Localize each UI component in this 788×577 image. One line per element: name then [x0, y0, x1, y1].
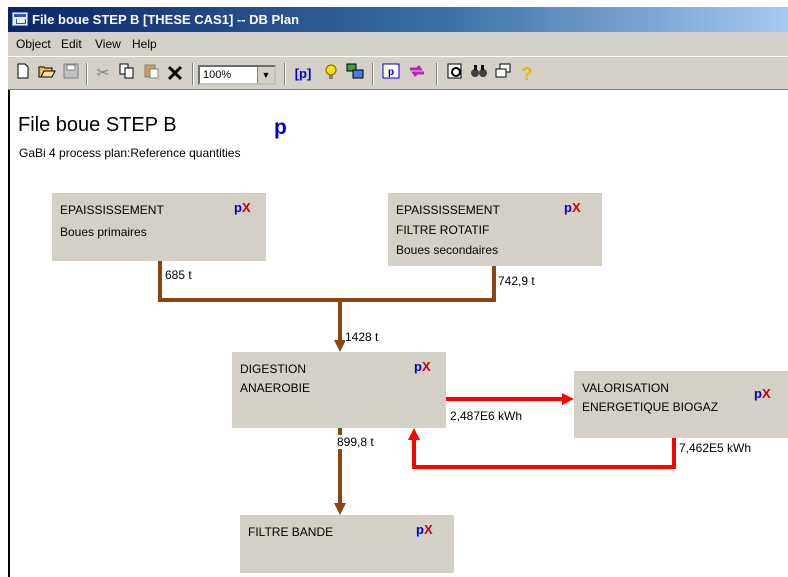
flow-arrow-to-valorisation: [562, 393, 574, 405]
process-valorisation-energetique-biogaz[interactable]: VALORISATION ENERGETIQUE BIOGAZ pX: [574, 371, 788, 438]
flow-label: 2,487E6 kWh: [450, 409, 523, 423]
process-label: Boues primaires: [60, 225, 147, 239]
windows-icon[interactable]: [492, 63, 514, 85]
plan-canvas[interactable]: File boue STEP B p GaBi 4 process plan:R…: [8, 90, 788, 577]
svg-text:p: p: [388, 67, 394, 78]
open-icon[interactable]: [36, 63, 58, 85]
app-icon: [12, 12, 28, 26]
flow-label: 685 t: [165, 268, 192, 282]
process-label: FILTRE ROTATIF: [396, 223, 490, 237]
paste-icon[interactable]: [140, 63, 162, 85]
menu-object[interactable]: Object: [14, 33, 53, 55]
parameter-icon[interactable]: p: [414, 359, 422, 374]
flow-line-to-digestion: [412, 438, 676, 469]
menu-edit[interactable]: Edit: [59, 33, 84, 55]
zoom-select[interactable]: 100% ▼: [198, 65, 276, 85]
toolbar-separator: [436, 63, 438, 85]
balance-icon[interactable]: [444, 63, 466, 85]
window-title: File boue STEP B [THESE CAS1] -- DB Plan: [32, 12, 300, 27]
toolbar-separator: [284, 63, 286, 85]
parameter-icon[interactable]: p: [234, 200, 242, 215]
bulb-icon[interactable]: [320, 63, 342, 85]
parameter-explorer-icon[interactable]: p: [380, 63, 402, 85]
plan-subtitle: GaBi 4 process plan:Reference quantities: [19, 146, 241, 160]
delete-icon[interactable]: ✕: [164, 63, 186, 85]
toolbar: ✂ ✕ 100% ▼ [p] p ?: [8, 56, 788, 90]
plan-title: File boue STEP B: [18, 114, 177, 136]
copy-icon[interactable]: [116, 63, 138, 85]
zoom-value: 100%: [203, 69, 232, 81]
close-icon[interactable]: X: [422, 359, 431, 374]
toolbar-separator: [192, 63, 194, 85]
parameter-icon[interactable]: p: [564, 200, 572, 215]
menu-bar: Object Edit View Help: [8, 33, 788, 55]
process-epaississement-boues-primaires[interactable]: EPAISSISSEMENT Boues primaires pX: [52, 193, 266, 261]
process-digestion-anaerobie[interactable]: DIGESTION ANAEROBIE pX: [232, 352, 446, 428]
flow-label: 899,8 t: [337, 435, 374, 449]
save-icon[interactable]: [60, 63, 82, 85]
toolbar-separator: [86, 63, 88, 85]
parameter-icon[interactable]: p: [754, 386, 762, 401]
process-epaississement-filtre-rotatif[interactable]: EPAISSISSEMENT FILTRE ROTATIF Boues seco…: [388, 193, 602, 266]
app-window: File boue STEP B [THESE CAS1] -- DB Plan…: [8, 7, 788, 577]
toolbar-separator: [372, 63, 374, 85]
search-icon[interactable]: [468, 63, 490, 85]
close-icon[interactable]: X: [242, 200, 251, 215]
flow-line-epaississement-2: [340, 266, 496, 302]
cut-icon[interactable]: ✂: [92, 63, 114, 85]
parameter-icon[interactable]: [p]: [290, 63, 316, 85]
flow-arrow-to-digestion: [408, 428, 420, 440]
close-icon[interactable]: X: [762, 386, 771, 401]
flow-arrow-filtre: [334, 503, 346, 515]
help-icon[interactable]: ?: [516, 63, 538, 85]
flow-label: 7,462E5 kWh: [679, 441, 752, 455]
close-icon[interactable]: X: [572, 200, 581, 215]
flow-label: 1428 t: [345, 330, 379, 344]
parameter-icon[interactable]: p: [416, 522, 424, 537]
swap-icon[interactable]: [406, 63, 428, 85]
plan-icon[interactable]: [344, 63, 366, 85]
flow-diagram: [158, 260, 676, 515]
close-icon[interactable]: X: [424, 522, 433, 537]
menu-help[interactable]: Help: [130, 33, 159, 55]
process-label: ANAEROBIE: [240, 381, 311, 395]
new-icon[interactable]: [12, 63, 34, 85]
process-filtre-bande[interactable]: FILTRE BANDE pX: [240, 515, 454, 573]
title-bar[interactable]: File boue STEP B [THESE CAS1] -- DB Plan: [8, 7, 788, 32]
menu-view[interactable]: View: [93, 33, 123, 55]
plan-parameter-icon[interactable]: p: [274, 116, 287, 140]
chevron-down-icon[interactable]: ▼: [257, 67, 274, 83]
flow-label: 742,9 t: [498, 274, 535, 288]
process-label: Boues secondaires: [396, 243, 499, 257]
